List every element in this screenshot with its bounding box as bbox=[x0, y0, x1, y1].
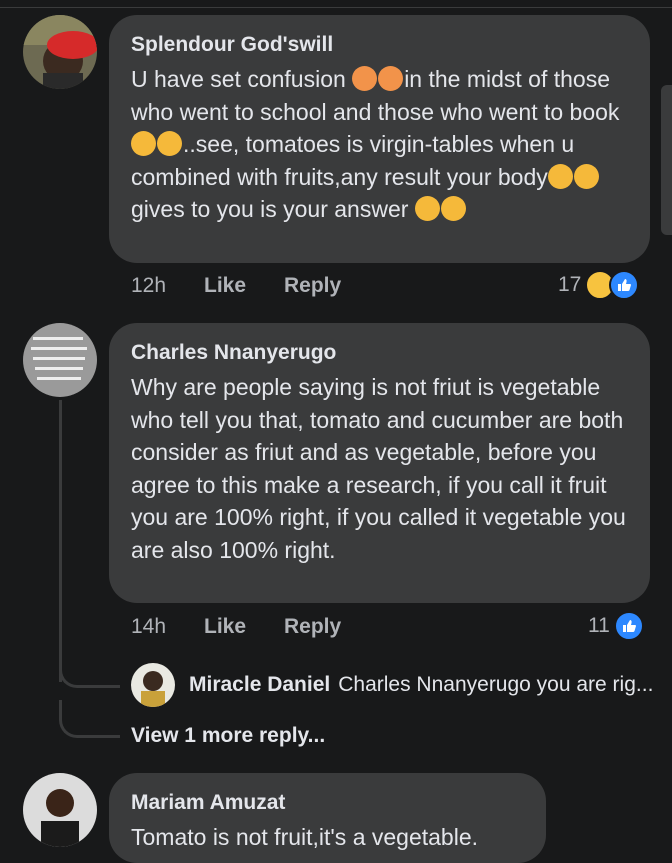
comment-text: Tomato is not fruit,it's a vegetable. bbox=[131, 824, 479, 850]
top-divider bbox=[0, 0, 672, 8]
woman-gesturing-emoji-icon bbox=[378, 66, 404, 91]
comment-text: Why are people saying is not friut is ve… bbox=[131, 374, 626, 563]
reactions[interactable]: 17 bbox=[558, 270, 640, 300]
avatar[interactable] bbox=[23, 15, 97, 89]
comment-author[interactable]: Splendour God'swill bbox=[131, 33, 628, 57]
comment-author[interactable]: Charles Nnanyerugo bbox=[131, 341, 628, 365]
relieved-face-emoji-icon bbox=[547, 163, 573, 189]
avatar-photo bbox=[131, 663, 175, 707]
avatar-photo bbox=[23, 773, 97, 847]
woman-gesturing-emoji-icon bbox=[352, 66, 378, 91]
yawning-face-emoji-icon bbox=[414, 196, 440, 221]
avatar-photo bbox=[23, 15, 97, 89]
like-button[interactable]: Like bbox=[204, 274, 246, 298]
relieved-face-emoji-icon bbox=[573, 163, 599, 189]
timestamp[interactable]: 14h bbox=[131, 615, 166, 639]
comment-bubble: Charles Nnanyerugo Why are people saying… bbox=[109, 323, 650, 603]
avatar-photo bbox=[23, 323, 97, 397]
view-more-replies-link[interactable]: View 1 more reply... bbox=[131, 724, 325, 748]
timestamp[interactable]: 12h bbox=[131, 274, 166, 298]
reply-button[interactable]: Reply bbox=[284, 274, 341, 298]
reaction-count: 11 bbox=[588, 614, 610, 637]
avatar[interactable] bbox=[23, 773, 97, 847]
reply-author[interactable]: Miracle Daniel bbox=[189, 673, 330, 697]
comment-author[interactable]: Mariam Amuzat bbox=[131, 791, 524, 815]
reactions[interactable]: 11 bbox=[588, 611, 644, 641]
reply-connector bbox=[59, 700, 120, 738]
avatar[interactable] bbox=[23, 323, 97, 397]
yawning-face-emoji-icon bbox=[131, 131, 156, 156]
reaction-count: 17 bbox=[558, 273, 582, 296]
like-button[interactable]: Like bbox=[204, 615, 246, 639]
comment-bubble: Mariam Amuzat Tomato is not fruit,it's a… bbox=[109, 773, 546, 863]
yawning-face-emoji-icon bbox=[157, 131, 182, 156]
reply-preview[interactable]: Miracle Daniel Charles Nnanyerugo you ar… bbox=[131, 663, 653, 707]
like-reaction-icon bbox=[609, 270, 640, 300]
reply-button[interactable]: Reply bbox=[284, 615, 341, 639]
avatar[interactable] bbox=[131, 663, 175, 707]
comment-bubble: Splendour God'swill U have set confusion… bbox=[109, 15, 650, 263]
thread-line bbox=[59, 400, 62, 682]
scrollbar[interactable] bbox=[661, 85, 672, 235]
yawning-face-emoji-icon bbox=[440, 196, 466, 221]
reply-text: Charles Nnanyerugo you are rig... bbox=[338, 673, 654, 696]
like-reaction-icon bbox=[613, 611, 644, 641]
reply-connector bbox=[59, 660, 120, 688]
comment-text: U have set confusion in the midst of tho… bbox=[131, 66, 620, 222]
